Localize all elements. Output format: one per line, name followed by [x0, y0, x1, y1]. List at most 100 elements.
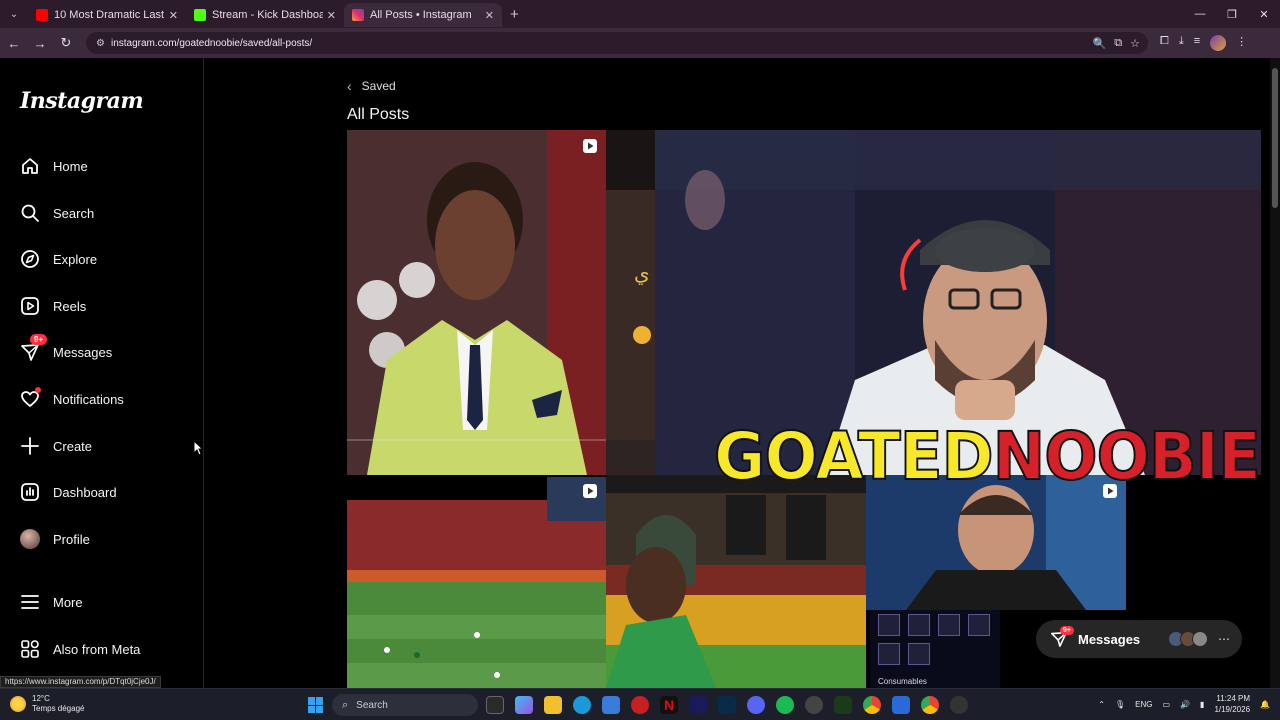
search-icon	[20, 203, 40, 223]
messages-floating-button[interactable]: 9+ Messages ⋯	[1036, 620, 1242, 658]
post-thumbnail-image	[866, 475, 1126, 610]
dashboard-icon	[20, 482, 40, 502]
overlay-title-part2: NOOBIE	[992, 417, 1262, 496]
system-tray: ⌃ 🎙 ENG ▭ 🔊 ▮ 11:24 PM 1/19/2026 🔔	[1098, 693, 1270, 715]
bookmark-star-icon[interactable]: ☆	[1130, 37, 1140, 50]
tab-search-button[interactable]: ⌄	[6, 6, 22, 22]
tab-title: 10 Most Dramatic Last MINUTE	[54, 9, 165, 21]
saved-post-tile[interactable]	[606, 475, 866, 688]
chrome-icon[interactable]	[863, 696, 881, 714]
sidebar-item-profile[interactable]: Profile	[20, 525, 190, 553]
search-icon: ⌕	[342, 698, 349, 711]
reel-play-icon	[583, 484, 597, 498]
windows-start-icon[interactable]	[308, 697, 324, 713]
sidebar-item-messages[interactable]: 9+ Messages	[20, 334, 190, 366]
photoshop-icon[interactable]	[718, 696, 736, 714]
saved-post-tile[interactable]	[866, 475, 1126, 610]
app-icon[interactable]	[631, 696, 649, 714]
sidebar-item-also-from-meta[interactable]: Also from Meta	[20, 635, 190, 663]
sidebar-item-notifications[interactable]: Notifications	[20, 385, 190, 413]
reload-button[interactable]: ↻	[54, 31, 78, 55]
more-options-icon[interactable]: ⋯	[1218, 632, 1230, 646]
taskbar-search[interactable]: ⌕ Search	[332, 694, 478, 716]
tab-close-icon[interactable]: ✕	[485, 9, 494, 22]
zoom-icon[interactable]: 🔍	[1093, 37, 1107, 50]
spotify-icon[interactable]	[776, 696, 794, 714]
install-app-icon[interactable]: ⧉	[1114, 37, 1122, 50]
browser-profile-avatar[interactable]	[1210, 35, 1227, 51]
sidebar-item-reels[interactable]: Reels	[20, 292, 190, 320]
weather-sun-icon	[10, 696, 26, 712]
close-window-button[interactable]: ✕	[1248, 0, 1280, 28]
tab-close-icon[interactable]: ✕	[327, 9, 336, 22]
netflix-icon[interactable]: N	[660, 696, 678, 714]
language-indicator[interactable]: ENG	[1135, 700, 1152, 709]
saved-post-tile[interactable]: ي	[606, 130, 655, 475]
extensions-icon[interactable]: ⧠	[1160, 35, 1169, 51]
new-tab-button[interactable]: +	[510, 6, 519, 23]
notifications-icon[interactable]: 🔔	[1260, 700, 1270, 709]
volume-icon[interactable]: 🔊	[1180, 700, 1190, 709]
browser-tab[interactable]: 10 Most Dramatic Last MINUTE ✕	[28, 3, 186, 27]
media-controls-icon[interactable]: ≡	[1194, 35, 1200, 51]
chrome-icon[interactable]	[921, 696, 939, 714]
messages-badge: 9+	[30, 334, 48, 345]
store-icon[interactable]	[602, 696, 620, 714]
discord-icon[interactable]	[747, 696, 765, 714]
back-label: Saved	[361, 79, 396, 93]
back-to-saved-link[interactable]: ‹ Saved	[347, 78, 396, 94]
tray-chevron-icon[interactable]: ⌃	[1098, 700, 1105, 709]
plus-icon	[20, 436, 40, 456]
obs-icon[interactable]	[805, 696, 823, 714]
sidebar-item-label: More	[53, 594, 83, 610]
weather-desc: Temps dégagé	[32, 704, 85, 713]
battery-icon[interactable]: ▮	[1200, 700, 1204, 709]
premiere-icon[interactable]	[689, 696, 707, 714]
site-info-icon[interactable]: ⚙	[96, 38, 105, 49]
instagram-logo[interactable]: Instagram	[20, 88, 144, 114]
page-scrollbar[interactable]	[1270, 58, 1280, 688]
browser-menu-icon[interactable]: ⋮	[1236, 35, 1247, 51]
file-explorer-icon[interactable]	[544, 696, 562, 714]
windows-taskbar: 12°C Temps dégagé ⌕ Search N ⌃ 🎙 ENG ▭ 🔊…	[0, 688, 1280, 720]
browser-tab-active[interactable]: All Posts • Instagram ✕	[344, 3, 502, 27]
sidebar-item-search[interactable]: Search	[20, 199, 190, 227]
browser-tab[interactable]: Stream - Kick Dashboard ✕	[186, 3, 344, 27]
heart-icon	[20, 387, 41, 409]
consumable-slot	[878, 614, 900, 636]
saved-post-tile[interactable]	[347, 475, 606, 688]
back-button[interactable]: ←	[2, 31, 26, 55]
overlay-title-part1: GOATED	[713, 417, 995, 496]
saved-post-tile[interactable]	[347, 130, 606, 475]
sidebar-item-home[interactable]: Home	[20, 152, 190, 180]
notepad-icon[interactable]	[892, 696, 910, 714]
scrollbar-thumb[interactable]	[1272, 68, 1278, 208]
github-icon[interactable]	[950, 696, 968, 714]
task-view-icon[interactable]	[486, 696, 504, 714]
weather-widget[interactable]: 12°C Temps dégagé	[10, 694, 84, 714]
downloads-icon[interactable]: ⤓	[1179, 35, 1184, 51]
tab-close-icon[interactable]: ✕	[169, 9, 178, 22]
url-text: instagram.com/goatednoobie/saved/all-pos…	[110, 37, 313, 49]
copilot-icon[interactable]	[515, 696, 533, 714]
sidebar-item-create[interactable]: Create	[20, 432, 190, 460]
sidebar-item-more[interactable]: More	[20, 588, 190, 616]
system-clock[interactable]: 11:24 PM 1/19/2026	[1214, 693, 1250, 715]
forward-button[interactable]: →	[28, 31, 52, 55]
address-bar[interactable]: ⚙ instagram.com/goatednoobie/saved/all-p…	[86, 32, 1148, 54]
sidebar-item-explore[interactable]: Explore	[20, 245, 190, 273]
home-icon	[20, 156, 40, 176]
recent-contacts-avatars	[1168, 631, 1208, 647]
terminal-icon[interactable]	[834, 696, 852, 714]
status-bar-url: https://www.instagram.com/p/DTqt0jCje0J/	[0, 676, 161, 688]
taskbar-search-placeholder: Search	[356, 699, 388, 711]
restore-button[interactable]: ❐	[1216, 0, 1248, 28]
avatar	[1192, 631, 1208, 647]
edge-icon[interactable]	[573, 696, 591, 714]
network-icon[interactable]: ▭	[1163, 700, 1171, 709]
microphone-icon[interactable]: 🎙	[1115, 700, 1125, 709]
window-controls: — ❐ ✕	[1184, 0, 1280, 28]
minimize-button[interactable]: —	[1184, 0, 1216, 28]
sidebar-item-dashboard[interactable]: Dashboard	[20, 478, 190, 506]
reels-icon	[20, 296, 40, 316]
